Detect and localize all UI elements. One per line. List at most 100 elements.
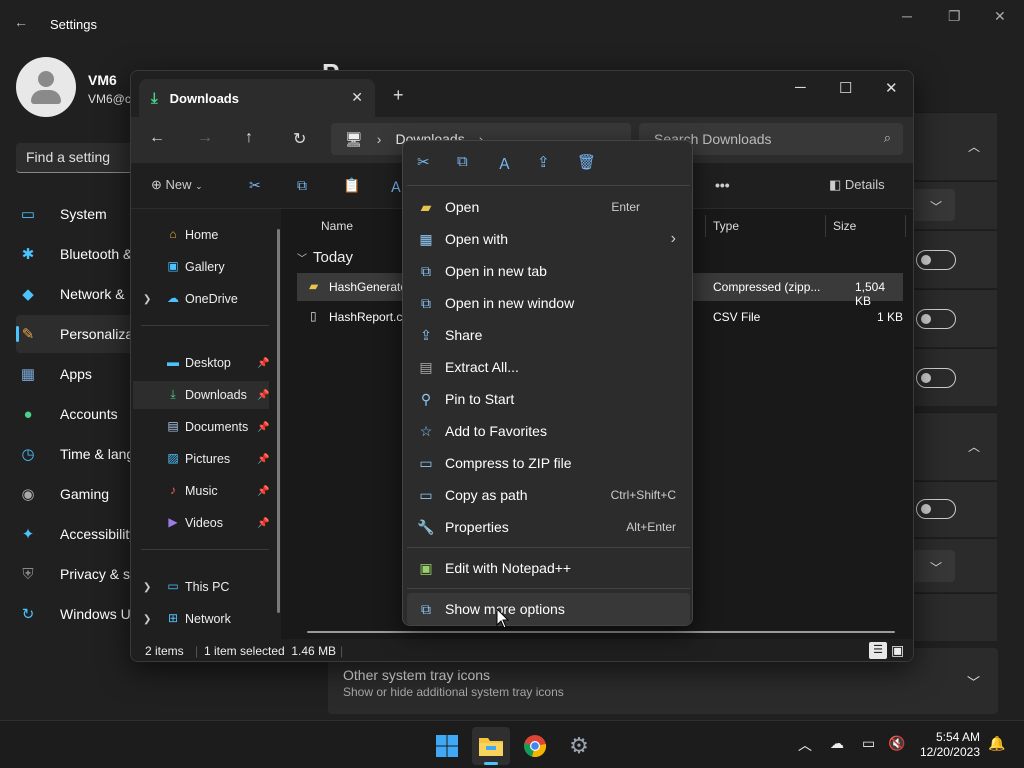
cloud-offline-icon[interactable]: ☁ <box>830 735 844 752</box>
toggle-switch[interactable] <box>916 368 956 388</box>
column-size[interactable]: Size <box>833 219 856 233</box>
sidebar-item-desktop[interactable]: ▬ Desktop 📌 <box>131 349 271 377</box>
toggle-switch[interactable] <box>916 250 956 270</box>
sidebar-item-onedrive[interactable]: ❯ ☁ OneDrive <box>131 285 271 313</box>
nav-system[interactable]: ▭ System <box>18 195 138 233</box>
nav-accounts[interactable]: ● Accounts <box>18 395 138 433</box>
maximize-icon[interactable]: ☐ <box>839 79 852 97</box>
minimize-icon[interactable]: ─ <box>902 8 912 24</box>
sidebar-item-home[interactable]: ⌂ Home <box>131 221 271 249</box>
minimize-icon[interactable]: ─ <box>795 79 806 96</box>
column-divider[interactable] <box>905 215 906 237</box>
pin-icon[interactable]: 📌 <box>257 390 269 401</box>
find-setting-input[interactable]: Find a setting <box>16 143 136 173</box>
nav-apps[interactable]: ▦ Apps <box>18 355 138 393</box>
sidebar-item-music[interactable]: ♪ Music 📌 <box>131 477 271 505</box>
close-icon[interactable]: ✕ <box>994 8 1006 25</box>
nav-accessibility[interactable]: ✦ Accessibility <box>18 515 138 553</box>
nav-privacy[interactable]: ⛨ Privacy & se <box>18 555 138 593</box>
toggle-switch[interactable] <box>916 499 956 519</box>
chevron-right-icon[interactable]: ❯ <box>143 294 151 305</box>
rename-icon[interactable]: Ａ <box>389 177 403 197</box>
pin-icon[interactable]: 📌 <box>257 358 269 369</box>
menu-item-add-favorites[interactable]: ☆ Add to Favorites <box>407 415 690 447</box>
copy-icon[interactable]: ⧉ <box>457 153 468 170</box>
sidebar-item-downloads[interactable]: ⤓ Downloads 📌 <box>133 381 269 409</box>
cut-icon[interactable]: ✂ <box>249 177 261 194</box>
refresh-icon[interactable]: ↻ <box>293 129 306 149</box>
display-icon[interactable]: ▭ <box>862 735 875 752</box>
column-divider[interactable] <box>825 215 826 237</box>
chevron-up-icon[interactable]: ︿ <box>798 735 812 755</box>
menu-item-open[interactable]: ▰ Open Enter <box>407 191 690 223</box>
close-tab-icon[interactable]: ✕ <box>351 89 363 106</box>
details-button[interactable]: ◧ Details <box>829 177 885 193</box>
sidebar-item-gallery[interactable]: ▣ Gallery <box>131 253 271 281</box>
notification-bell-icon[interactable]: 🔔 <box>988 735 1005 752</box>
up-icon[interactable]: ↑ <box>245 129 253 147</box>
avatar[interactable] <box>16 57 76 117</box>
menu-item-extract-all[interactable]: ▤ Extract All... <box>407 351 690 383</box>
horizontal-scrollbar[interactable] <box>307 631 895 633</box>
pin-icon[interactable]: 📌 <box>257 486 269 497</box>
column-name[interactable]: Name <box>321 219 353 233</box>
nav-personalization[interactable]: ✎ Personaliza <box>16 315 140 353</box>
details-view-icon[interactable]: ☰ <box>869 642 887 659</box>
forward-icon[interactable]: → <box>197 129 213 147</box>
volume-mute-icon[interactable]: 🔇 <box>888 735 905 752</box>
chevron-right-icon[interactable]: ❯ <box>143 614 151 625</box>
new-button[interactable]: ⊕ New ⌄ <box>151 177 203 193</box>
menu-item-open-with[interactable]: ▦ Open with › <box>407 223 690 255</box>
file-explorer-taskbar-button[interactable] <box>472 727 510 765</box>
copy-icon[interactable]: ⧉ <box>297 177 307 194</box>
menu-item-open-new-tab[interactable]: ⧉ Open in new tab <box>407 255 690 287</box>
nav-bluetooth[interactable]: ✱ Bluetooth & <box>18 235 138 273</box>
sidebar-item-videos[interactable]: ▶ Videos 📌 <box>131 509 271 537</box>
back-icon[interactable]: ← <box>149 129 165 147</box>
sidebar-item-documents[interactable]: ▤ Documents 📌 <box>131 413 271 441</box>
menu-item-properties[interactable]: 🔧 Properties Alt+Enter <box>407 511 690 543</box>
clock[interactable]: 5:54 AM 12/20/2023 <box>914 730 980 760</box>
more-options-button[interactable]: ••• <box>715 177 730 193</box>
toggle-switch[interactable] <box>916 309 956 329</box>
settings-taskbar-button[interactable]: ⚙ <box>560 727 598 765</box>
column-divider[interactable] <box>705 215 706 237</box>
nav-windows-update[interactable]: ↻ Windows U <box>18 595 138 633</box>
chevron-down-icon[interactable]: ﹀ <box>967 672 980 691</box>
close-window-icon[interactable]: ✕ <box>885 79 898 97</box>
rename-icon[interactable]: Ａ <box>497 153 512 174</box>
sidebar-scrollbar[interactable] <box>277 229 280 613</box>
tab-downloads[interactable]: ⤓ Downloads ✕ <box>139 79 375 117</box>
sidebar-item-pictures[interactable]: ▨ Pictures 📌 <box>131 445 271 473</box>
pin-icon[interactable]: 📌 <box>257 518 269 529</box>
cut-icon[interactable]: ✂ <box>417 153 430 171</box>
pin-icon[interactable]: 📌 <box>257 422 269 433</box>
restore-icon[interactable]: ❐ <box>948 8 961 25</box>
paste-icon[interactable]: 📋 <box>343 177 360 194</box>
menu-item-show-more-options[interactable]: ⧉ Show more options <box>407 593 690 625</box>
menu-item-compress-zip[interactable]: ▭ Compress to ZIP file <box>407 447 690 479</box>
chrome-taskbar-button[interactable] <box>516 727 554 765</box>
start-button[interactable] <box>428 727 466 765</box>
chevron-up-icon[interactable]: ︿ <box>968 138 980 155</box>
sidebar-item-this-pc[interactable]: ❯ ▭ This PC <box>131 573 271 601</box>
tiles-view-icon[interactable]: ▣ <box>891 642 904 659</box>
menu-item-open-new-window[interactable]: ⧉ Open in new window <box>407 287 690 319</box>
nav-time[interactable]: ◷ Time & lang <box>18 435 138 473</box>
share-icon[interactable]: ⇪ <box>537 153 550 171</box>
chevron-up-icon[interactable]: ︿ <box>968 438 980 455</box>
group-header-today[interactable]: ﹀ Today <box>297 249 353 266</box>
menu-item-notepadpp[interactable]: ▣ Edit with Notepad++ <box>407 552 690 584</box>
new-tab-button[interactable]: + <box>393 85 404 106</box>
menu-item-pin-to-start[interactable]: ⚲ Pin to Start <box>407 383 690 415</box>
pin-icon[interactable]: 📌 <box>257 454 269 465</box>
sidebar-item-network[interactable]: ❯ ⊞ Network <box>131 605 271 633</box>
delete-icon[interactable]: 🗑 <box>577 153 596 171</box>
back-arrow-icon[interactable]: ← <box>14 14 28 30</box>
column-type[interactable]: Type <box>713 219 739 233</box>
chevron-right-icon[interactable]: ❯ <box>143 582 151 593</box>
nav-gaming[interactable]: ◉ Gaming <box>18 475 138 513</box>
nav-network[interactable]: ◆ Network & <box>18 275 138 313</box>
menu-item-copy-as-path[interactable]: ▭ Copy as path Ctrl+Shift+C <box>407 479 690 511</box>
menu-item-share[interactable]: ⇪ Share <box>407 319 690 351</box>
